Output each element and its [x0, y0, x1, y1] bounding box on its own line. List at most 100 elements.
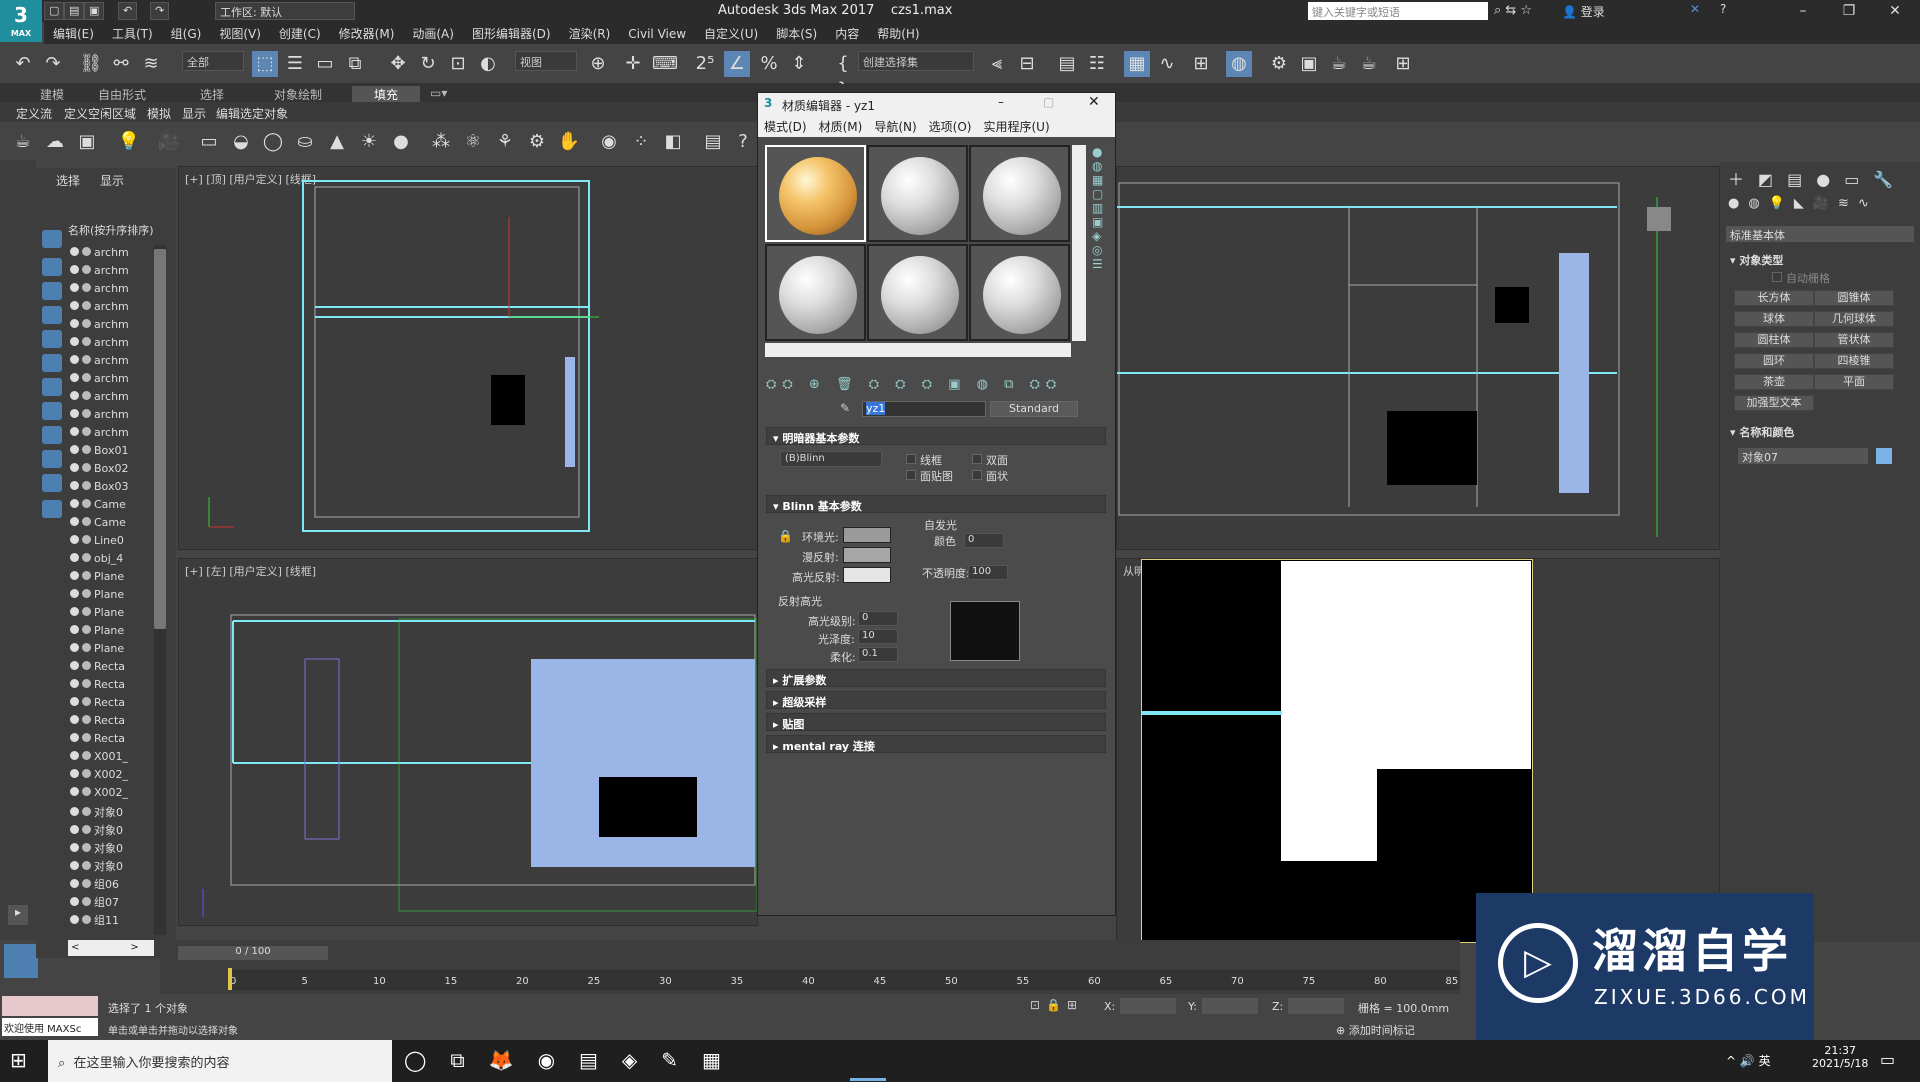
- gloss-spinner[interactable]: 10: [858, 629, 898, 644]
- hand-icon[interactable]: ✋: [556, 129, 582, 155]
- freeze-icon[interactable]: [82, 391, 91, 400]
- clock[interactable]: 21:37 2021/5/18: [1812, 1044, 1868, 1070]
- freeze-icon[interactable]: [82, 571, 91, 580]
- help-search-icons[interactable]: ⌕ ⇆ ☆: [1494, 3, 1532, 18]
- redo-icon[interactable]: ↷: [40, 51, 66, 77]
- visibility-icon[interactable]: [70, 915, 79, 924]
- visibility-icon[interactable]: [70, 517, 79, 526]
- selection-filter-dropdown[interactable]: 全部: [182, 51, 244, 71]
- menu-modifiers[interactable]: 修改器(M): [330, 22, 404, 45]
- mirror-icon[interactable]: ⫷: [984, 51, 1010, 77]
- freeze-icon[interactable]: [82, 589, 91, 598]
- render-cloud-icon[interactable]: ⊞: [1390, 51, 1416, 77]
- freeze-icon[interactable]: [82, 517, 91, 526]
- visibility-icon[interactable]: [70, 769, 79, 778]
- visibility-icon[interactable]: [70, 319, 79, 328]
- menu-tools[interactable]: 工具(T): [103, 22, 162, 45]
- freeze-icon[interactable]: [82, 861, 91, 870]
- visibility-icon[interactable]: [70, 715, 79, 724]
- freeze-icon[interactable]: [82, 807, 91, 816]
- layer-explorer-icon[interactable]: ▤: [1054, 51, 1080, 77]
- freeze-icon[interactable]: [82, 481, 91, 490]
- scene-filter-icon[interactable]: [42, 426, 62, 444]
- expand-icon[interactable]: ▸: [8, 905, 28, 925]
- create-object-button[interactable]: 四棱锥: [1814, 353, 1894, 369]
- twosided-checkbox[interactable]: [972, 454, 982, 464]
- material-slot-4[interactable]: [765, 244, 866, 341]
- visibility-icon[interactable]: [70, 897, 79, 906]
- namecolor-header[interactable]: ▾ 名称和颜色: [1730, 424, 1794, 440]
- scene-filter-icon[interactable]: [42, 378, 62, 396]
- create-object-button[interactable]: 球体: [1734, 311, 1814, 327]
- menu-rendering[interactable]: 渲染(R): [560, 22, 620, 45]
- visibility-icon[interactable]: [70, 337, 79, 346]
- freeze-icon[interactable]: [82, 787, 91, 796]
- login-button[interactable]: 👤 登录: [1562, 3, 1605, 20]
- gear-icon[interactable]: ⚙: [524, 129, 550, 155]
- freeze-icon[interactable]: [82, 715, 91, 724]
- visibility-icon[interactable]: [70, 391, 79, 400]
- tab-modeling[interactable]: 建模: [40, 86, 64, 103]
- freeze-icon[interactable]: [82, 643, 91, 652]
- freeze-icon[interactable]: [82, 499, 91, 508]
- shapes-icon[interactable]: ◧: [660, 129, 686, 155]
- dots-icon[interactable]: ⁘: [628, 129, 654, 155]
- freeze-icon[interactable]: [82, 661, 91, 670]
- eyedropper-icon[interactable]: ✎: [840, 401, 850, 415]
- shader-rollout[interactable]: ▾ 明暗器基本参数: [766, 427, 1106, 445]
- open-icon[interactable]: ▤: [64, 2, 85, 20]
- toggle-ribbon-icon[interactable]: ☷: [1084, 51, 1110, 77]
- menu-create[interactable]: 创建(C): [270, 22, 330, 45]
- angle-snap-icon[interactable]: ∠: [724, 51, 750, 77]
- visibility-icon[interactable]: [70, 571, 79, 580]
- mated-maximize-button[interactable]: ▢: [1043, 95, 1054, 109]
- render-production-icon[interactable]: ☕: [1326, 51, 1352, 77]
- freeze-icon[interactable]: [82, 879, 91, 888]
- viewport-top[interactable]: [+] [顶] [用户定义] [线框]: [178, 166, 758, 550]
- image-icon[interactable]: ▣: [74, 129, 100, 155]
- rotate-icon[interactable]: ↻: [415, 51, 441, 77]
- current-frame-marker[interactable]: [228, 968, 232, 990]
- menu-help[interactable]: 帮助(H): [868, 22, 928, 45]
- teapot-icon[interactable]: ☕: [10, 129, 36, 155]
- scene-filter-icon[interactable]: [42, 230, 62, 248]
- create-object-button[interactable]: 几何球体: [1814, 311, 1894, 327]
- freeze-icon[interactable]: [82, 825, 91, 834]
- select-manipulate-icon[interactable]: ✛: [620, 51, 646, 77]
- visibility-icon[interactable]: [70, 879, 79, 888]
- scene-tab-select[interactable]: 选择: [56, 172, 80, 189]
- freeze-icon[interactable]: [82, 897, 91, 906]
- cloud-icon[interactable]: ☁: [42, 129, 68, 155]
- redo-icon[interactable]: ↷: [150, 2, 170, 20]
- command-tabs[interactable]: ＋◩▤●▭🔧: [1728, 166, 1907, 190]
- freeze-icon[interactable]: [82, 679, 91, 688]
- maximize-button[interactable]: ❐: [1826, 0, 1872, 22]
- keyboard-shortcut-icon[interactable]: ⌨: [652, 51, 678, 77]
- material-editor-icon[interactable]: ◍: [1226, 51, 1252, 77]
- visibility-icon[interactable]: [70, 679, 79, 688]
- freeze-icon[interactable]: [82, 553, 91, 562]
- rect-selection-icon[interactable]: ▭: [312, 51, 338, 77]
- visibility-icon[interactable]: [70, 499, 79, 508]
- menu-civil-view[interactable]: Civil View: [619, 24, 695, 44]
- visibility-icon[interactable]: [70, 301, 79, 310]
- schematic-view-icon[interactable]: ⊞: [1188, 51, 1214, 77]
- create-object-button[interactable]: 长方体: [1734, 290, 1814, 306]
- taskbar-app-icons[interactable]: ◯⧉🦊◉▤◈✎▦: [404, 1048, 745, 1072]
- scene-filter-icon[interactable]: [42, 330, 62, 348]
- globe-icon[interactable]: ◉: [596, 129, 622, 155]
- dome-icon[interactable]: ◒: [228, 129, 254, 155]
- scene-scrollbar[interactable]: [154, 245, 166, 935]
- workspace-dropdown[interactable]: 工作区: 默认: [215, 2, 355, 20]
- close-x-icon[interactable]: ✕: [1690, 2, 1700, 16]
- facemap-checkbox[interactable]: [906, 470, 916, 480]
- save-icon[interactable]: ▣: [84, 2, 105, 20]
- visibility-icon[interactable]: [70, 807, 79, 816]
- wire-checkbox[interactable]: [906, 454, 916, 464]
- edit-named-selection-icon[interactable]: { }: [830, 51, 856, 100]
- material-slot-1[interactable]: [765, 145, 866, 242]
- percent-snap-icon[interactable]: %: [756, 51, 782, 77]
- category-dropdown[interactable]: 标准基本体: [1726, 226, 1914, 242]
- mated-menu-utilities[interactable]: 实用程序(U): [977, 115, 1055, 138]
- scene-filter-icon[interactable]: [42, 282, 62, 300]
